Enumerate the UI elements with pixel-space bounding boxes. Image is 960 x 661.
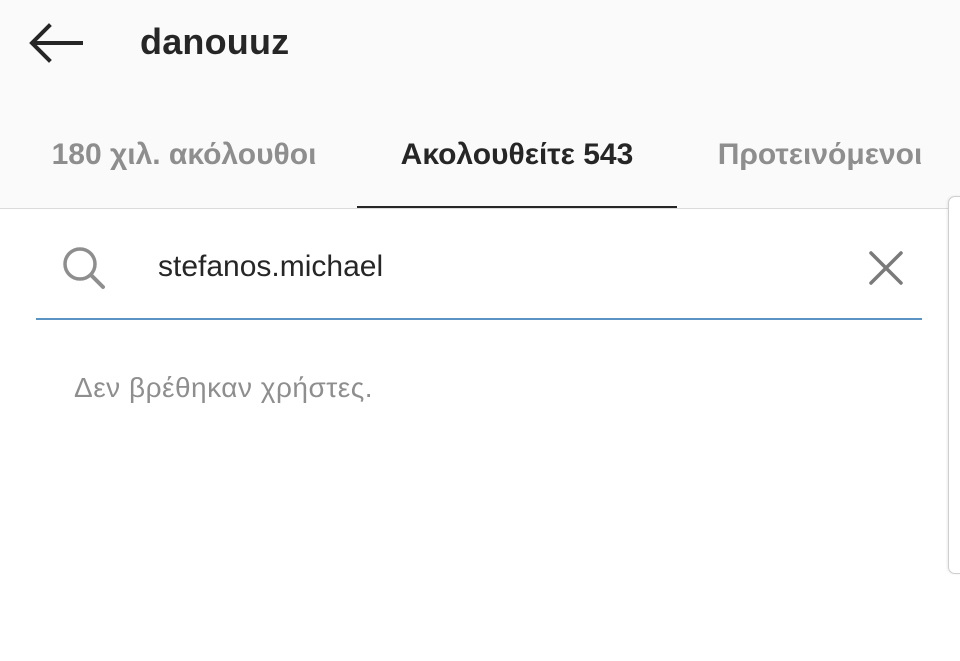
close-icon [869,251,903,285]
empty-results-message: Δεν βρέθηκαν χρήστες. [74,372,374,403]
page-title: danouuz [140,21,290,62]
arrow-left-icon [29,23,83,63]
tab-bar: 180 χιλ. ακόλουθοι Ακολουθείτε 543 Προτε… [0,120,960,209]
tab-suggested[interactable]: Προτεινόμενοι [690,120,950,208]
header-divider [0,208,960,209]
scrollbar[interactable] [948,196,960,574]
tab-following[interactable]: Ακολουθείτε 543 [357,120,677,208]
tab-followers[interactable]: 180 χιλ. ακόλουθοι [28,120,340,208]
clear-search-button[interactable] [862,244,910,292]
top-bar: danouuz 180 χιλ. ακόλουθοι Ακολουθείτε 5… [0,0,960,209]
search-bar [36,224,922,320]
search-input[interactable] [158,240,838,294]
search-icon [63,247,105,289]
back-button[interactable] [22,18,88,68]
search-underline [36,318,922,320]
